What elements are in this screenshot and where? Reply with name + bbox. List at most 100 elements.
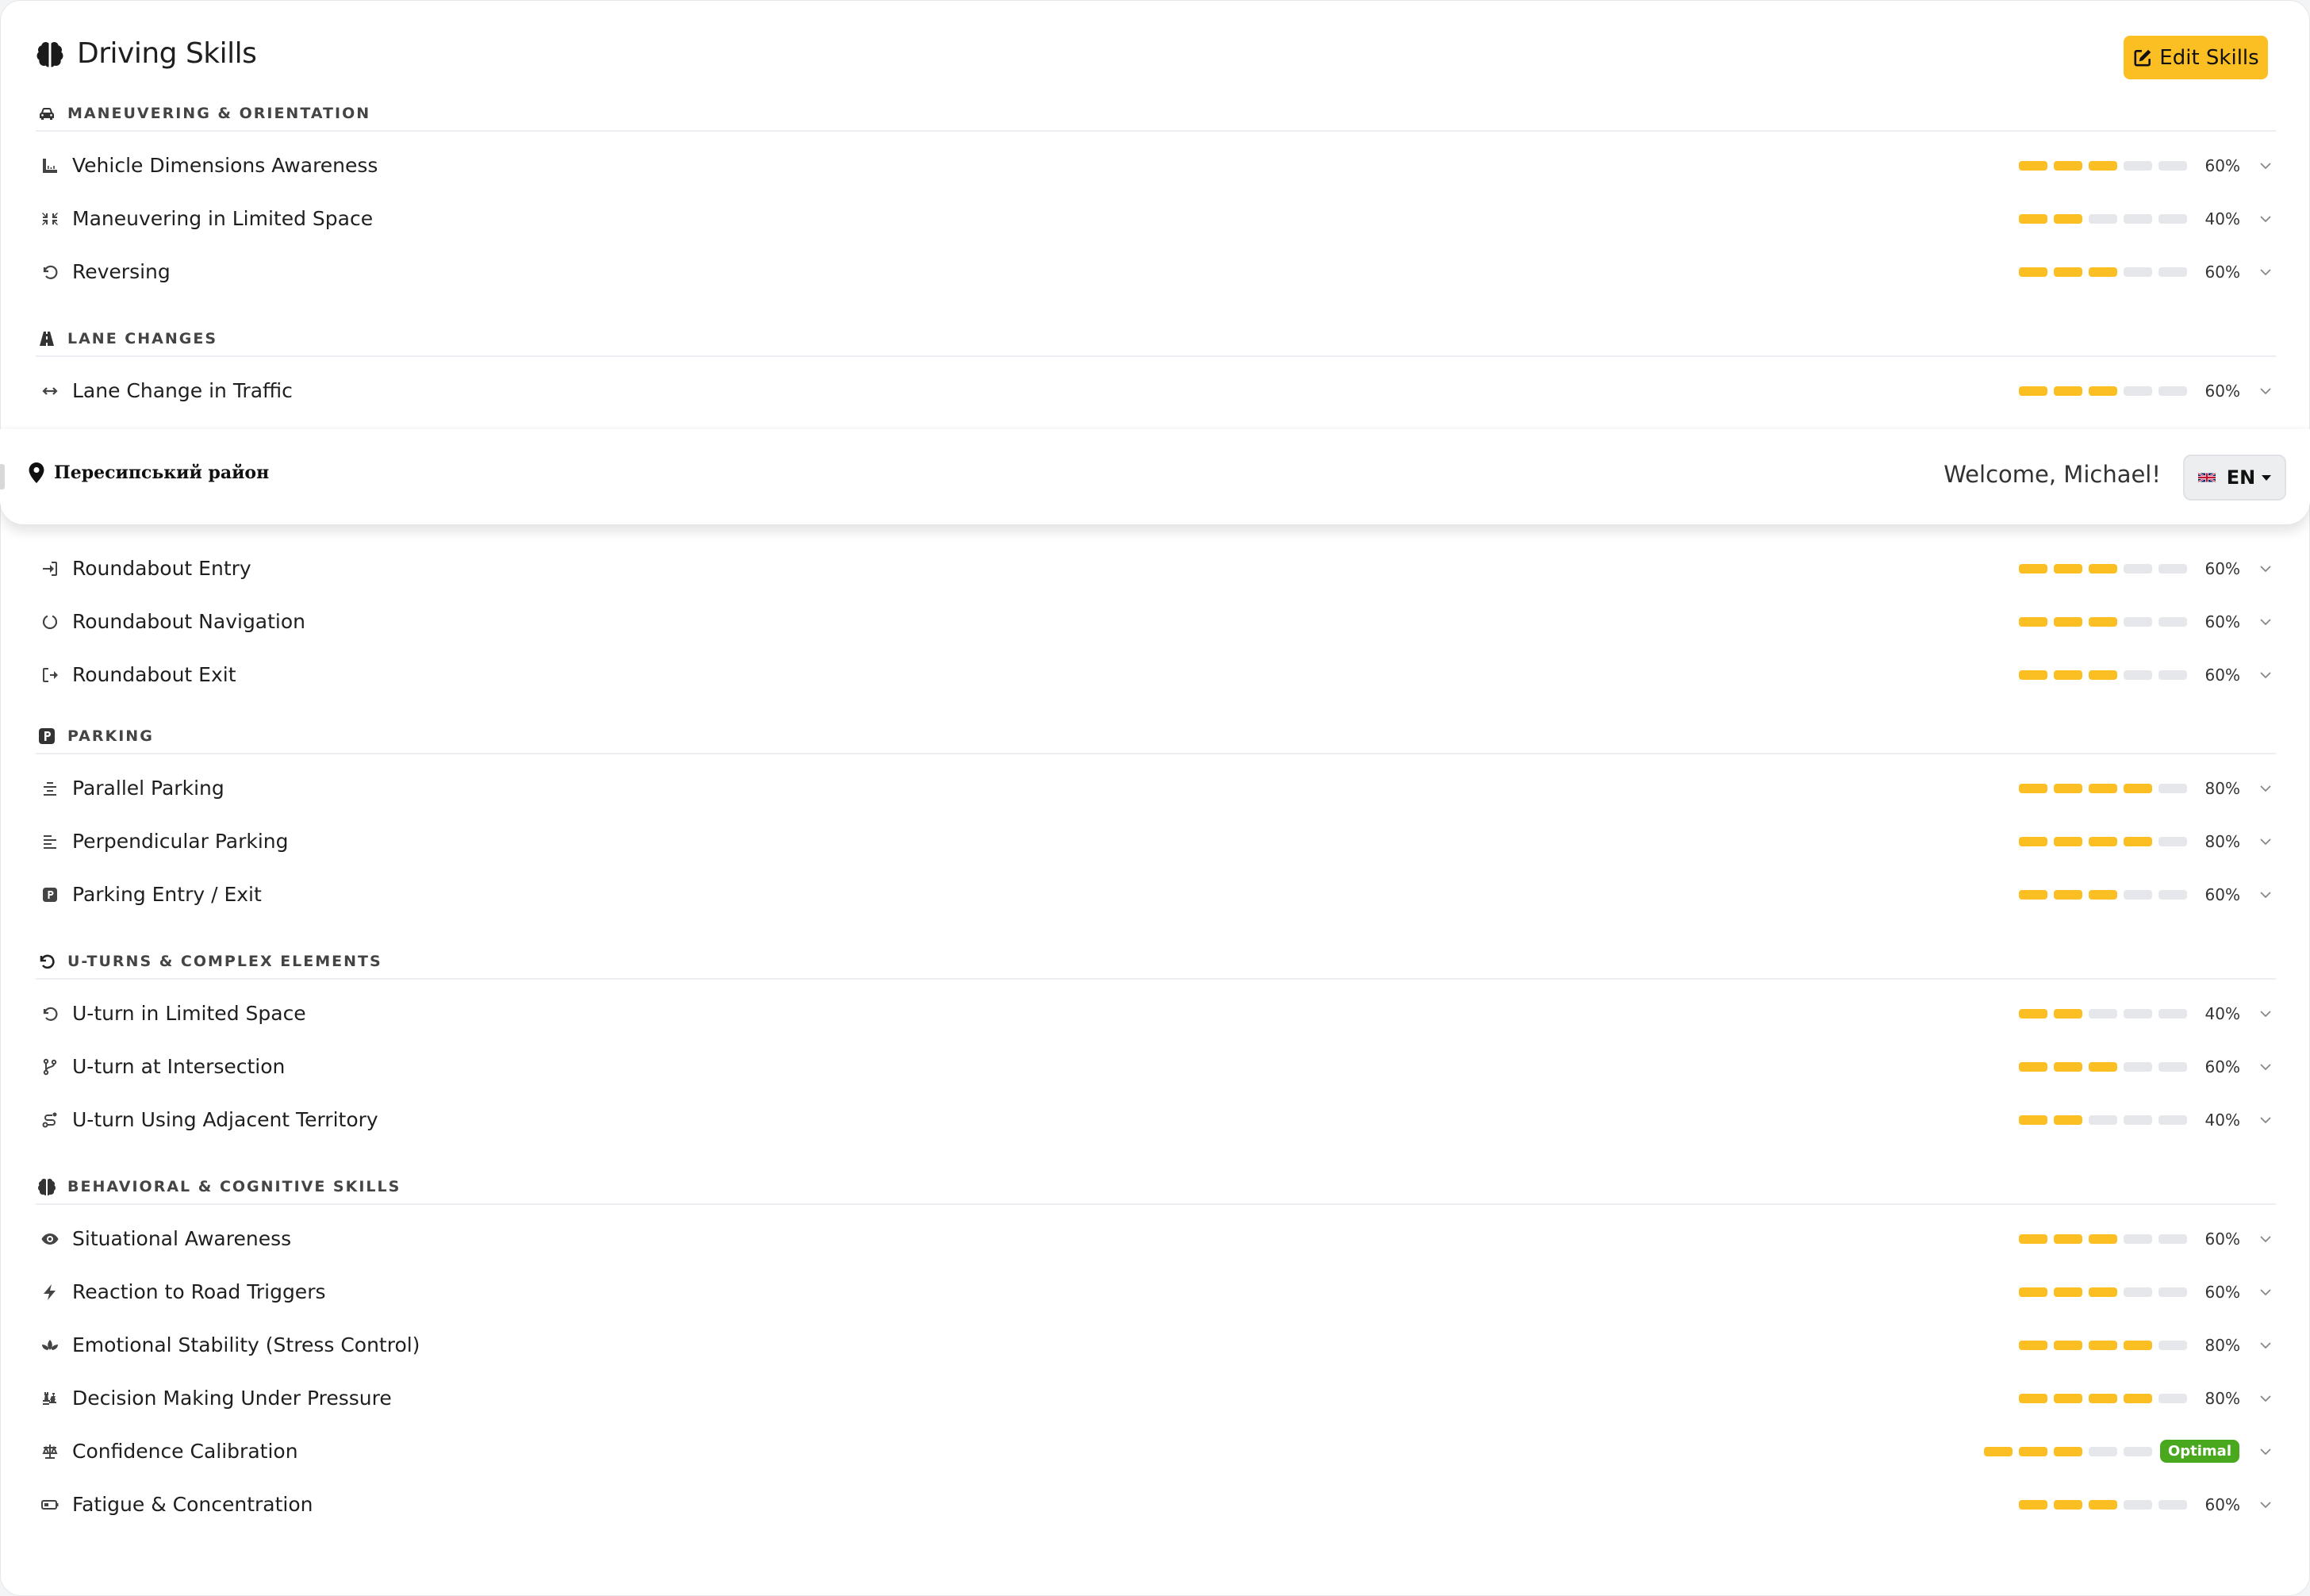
map-marker-icon <box>29 462 44 483</box>
chevron-down-icon[interactable] <box>2257 833 2274 850</box>
chevron-down-icon[interactable] <box>2257 1496 2274 1514</box>
skill-percent: 80% <box>2204 778 2240 798</box>
chevron-down-icon[interactable] <box>2257 613 2274 631</box>
uk-flag-icon <box>2197 472 2216 483</box>
meter-segment <box>2054 1287 2082 1297</box>
skill-row[interactable]: U-turn at Intersection 60% <box>36 1040 2276 1093</box>
meter-segment <box>2124 160 2152 171</box>
meter-segment <box>2054 160 2082 171</box>
chevron-down-icon[interactable] <box>2257 382 2274 400</box>
skill-row[interactable]: Parking Entry / Exit 60% <box>36 868 2276 921</box>
skill-row[interactable]: Emotional Stability (Stress Control) 80% <box>36 1318 2276 1372</box>
skill-label: Roundabout Navigation <box>72 610 306 633</box>
meter-segment <box>2089 1233 2117 1244</box>
brain-icon <box>36 1176 58 1198</box>
chevron-down-icon[interactable] <box>2257 1111 2274 1129</box>
chevron-down-icon[interactable] <box>2257 1390 2274 1407</box>
meter-segment <box>2089 160 2117 171</box>
meter-segment <box>2019 889 2047 900</box>
meter-segment <box>2158 386 2187 396</box>
chevron-down-icon[interactable] <box>2257 157 2274 175</box>
chevron-down-icon[interactable] <box>2257 780 2274 797</box>
skill-row[interactable]: Situational Awareness 60% <box>36 1212 2276 1265</box>
meter-segment <box>2124 1393 2152 1403</box>
chevron-down-icon[interactable] <box>2257 1337 2274 1354</box>
skill-row[interactable]: Roundabout Entry 60% <box>36 542 2276 595</box>
sidebar-handle[interactable] <box>0 464 5 489</box>
chevron-down-icon[interactable] <box>2257 263 2274 281</box>
meter-segment <box>2124 213 2152 224</box>
meter-segment <box>2054 386 2082 396</box>
skill-label: U-turn at Intersection <box>72 1055 286 1078</box>
meter-segment <box>2158 1499 2187 1510</box>
bolt-icon <box>37 1279 63 1305</box>
meter-segment <box>2124 563 2152 574</box>
meter-segment <box>2019 1008 2047 1019</box>
skill-row[interactable]: U-turn Using Adjacent Territory 40% <box>36 1093 2276 1146</box>
skill-row[interactable]: Lane Change in Traffic 60% <box>36 364 2276 417</box>
road-icon <box>36 328 58 350</box>
skill-percent: 60% <box>2204 1282 2240 1302</box>
skill-row[interactable]: Perpendicular Parking 80% <box>36 815 2276 868</box>
skill-row[interactable]: U-turn in Limited Space 40% <box>36 987 2276 1040</box>
align-left-icon <box>37 829 63 854</box>
skill-label: Reaction to Road Triggers <box>72 1280 326 1303</box>
skill-row[interactable]: Fatigue & Concentration 60% <box>36 1478 2276 1531</box>
meter-segment <box>2019 1446 2047 1456</box>
skill-row[interactable]: Confidence Calibration Optimal <box>36 1425 2276 1478</box>
arrows-horizontal-icon <box>37 378 63 404</box>
skill-level-meter <box>2019 213 2187 224</box>
skill-label: Decision Making Under Pressure <box>72 1387 392 1410</box>
chevron-down-icon[interactable] <box>2257 210 2274 228</box>
meter-segment <box>2089 616 2117 627</box>
skill-level-meter <box>2019 563 2187 574</box>
skill-label: Fatigue & Concentration <box>72 1493 313 1516</box>
meter-segment <box>2054 563 2082 574</box>
meter-segment <box>2089 836 2117 846</box>
page-title: Driving Skills <box>77 37 257 70</box>
chevron-down-icon[interactable] <box>2257 1283 2274 1301</box>
skill-row[interactable]: Reversing 60% <box>36 245 2276 298</box>
language-selector[interactable]: EN <box>2183 455 2286 501</box>
skill-row[interactable]: Maneuvering in Limited Space 40% <box>36 192 2276 245</box>
skill-row[interactable]: Decision Making Under Pressure 80% <box>36 1372 2276 1425</box>
skill-label: Lane Change in Traffic <box>72 379 293 402</box>
section-header: Lane Changes <box>36 322 2276 357</box>
meter-segment <box>2089 1115 2117 1125</box>
skill-row[interactable]: Reaction to Road Triggers 60% <box>36 1265 2276 1318</box>
meter-segment <box>2089 1287 2117 1297</box>
meter-segment <box>2054 1061 2082 1072</box>
chevron-down-icon[interactable] <box>2257 560 2274 577</box>
meter-segment <box>2019 267 2047 277</box>
chevron-down-icon[interactable] <box>2257 1058 2274 1076</box>
skill-row[interactable]: Roundabout Navigation 60% <box>36 595 2276 648</box>
brain-icon <box>36 40 64 68</box>
meter-segment <box>2089 563 2117 574</box>
chevron-down-icon[interactable] <box>2257 1230 2274 1248</box>
language-code: EN <box>2226 466 2256 489</box>
eye-icon <box>37 1226 63 1252</box>
chevron-down-icon[interactable] <box>2257 886 2274 904</box>
chevron-down-icon[interactable] <box>2257 666 2274 684</box>
skill-row[interactable]: Roundabout Exit 60% <box>36 648 2276 701</box>
meter-segment <box>2158 1008 2187 1019</box>
skill-percent: 60% <box>2204 262 2240 282</box>
meter-segment <box>2089 1061 2117 1072</box>
meter-segment <box>2054 616 2082 627</box>
edit-skills-button[interactable]: Edit Skills <box>2124 36 2268 79</box>
undo-icon <box>37 1001 63 1026</box>
meter-segment <box>2158 213 2187 224</box>
skill-percent: 60% <box>2204 381 2240 401</box>
chevron-down-icon[interactable] <box>2257 1005 2274 1022</box>
chevron-down-icon[interactable] <box>2257 1443 2274 1460</box>
skill-level-meter <box>2019 1499 2187 1510</box>
section-u-turns: U-turns & Complex Elements U-turn in Lim… <box>36 945 2276 1146</box>
skill-row[interactable]: Parallel Parking 80% <box>36 762 2276 815</box>
skill-row[interactable]: Vehicle Dimensions Awareness 60% <box>36 139 2276 192</box>
meter-segment <box>2158 267 2187 277</box>
section-maneuvering: Maneuvering & Orientation Vehicle Dimens… <box>36 97 2276 298</box>
skill-label: Situational Awareness <box>72 1227 292 1250</box>
meter-segment <box>2019 1340 2047 1350</box>
top-nav-bar: Пересипський район Welcome, Michael! EN <box>0 429 2310 524</box>
meter-segment <box>2089 267 2117 277</box>
